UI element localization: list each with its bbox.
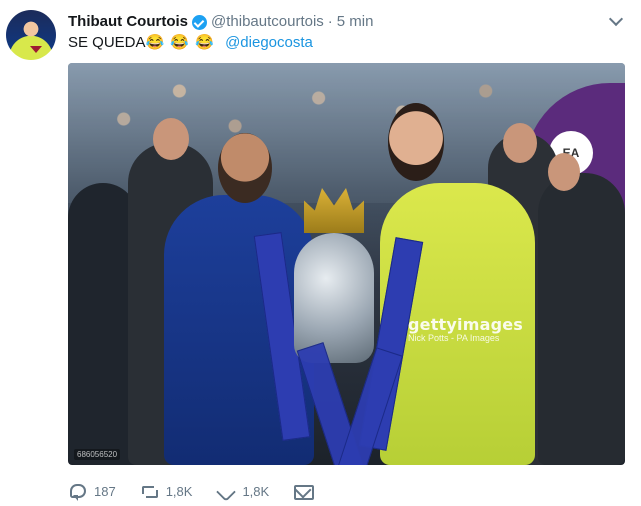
photo-background-head <box>548 153 580 191</box>
tweet-text-main: SE QUEDA <box>68 34 146 51</box>
retweet-count: 1,8K <box>165 483 193 499</box>
mention-link[interactable]: @diegocosta <box>225 34 313 51</box>
tweet-text: SE QUEDA😂 😂 😂 @diegocosta <box>68 33 313 53</box>
reply-count: 187 <box>94 483 116 499</box>
tweet-photo[interactable]: EA gettyimages Nick Potts - PA Images 68… <box>68 63 625 465</box>
photo-watermark: gettyimages <box>408 315 524 334</box>
photo-player-green-head <box>388 103 444 181</box>
header-separator: · <box>327 12 333 30</box>
avatar-badge-icon <box>30 46 42 53</box>
mail-icon <box>293 482 315 500</box>
photo-background-head <box>503 123 537 163</box>
photo-trophy <box>294 233 374 363</box>
heart-icon <box>216 482 234 500</box>
direct-message-button[interactable] <box>293 482 315 500</box>
tweet-emojis: 😂 😂 😂 <box>145 34 215 51</box>
tweet-header: Thibaut Courtois @thibautcourtois · 5 mi… <box>68 10 621 32</box>
photo-background-person <box>538 173 625 465</box>
photo-id-label: 686056520 <box>74 449 121 460</box>
tweet-actions: 187 1,8K 1,8K <box>68 480 335 502</box>
photo-credit: Nick Potts - PA Images <box>408 333 500 343</box>
author-handle[interactable]: @thibautcourtois <box>211 13 324 30</box>
reply-icon <box>68 482 86 501</box>
verified-icon <box>192 14 207 30</box>
photo-background-head <box>153 118 189 160</box>
tweet-time[interactable]: 5 min <box>337 13 374 30</box>
reply-button[interactable]: 187 <box>68 482 116 501</box>
retweet-icon <box>140 482 158 500</box>
author-name[interactable]: Thibaut Courtois <box>68 13 188 30</box>
author-avatar[interactable] <box>6 10 56 60</box>
photo-player-blue-head <box>218 133 272 203</box>
like-count: 1,8K <box>242 483 270 499</box>
retweet-button[interactable]: 1,8K <box>140 482 193 500</box>
like-button[interactable]: 1,8K <box>216 482 269 500</box>
